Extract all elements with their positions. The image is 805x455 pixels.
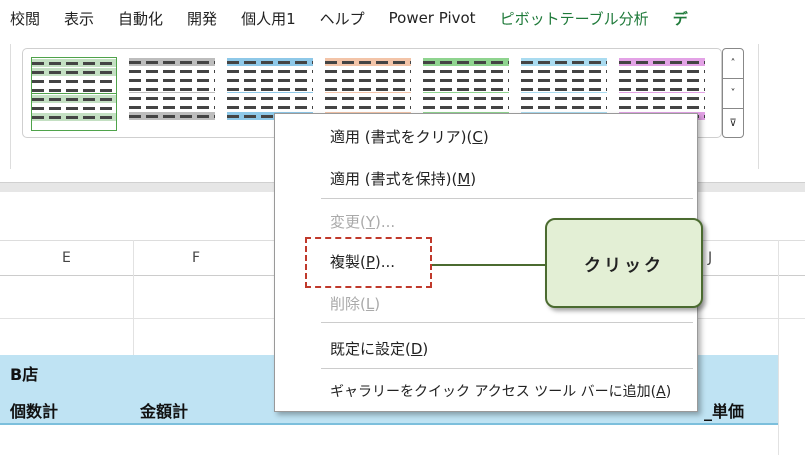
menu-separator xyxy=(321,322,693,323)
highlight-box xyxy=(305,237,432,288)
menu-separator xyxy=(321,198,693,199)
header-unit-price[interactable]: _単価 xyxy=(704,398,744,422)
tab-help[interactable]: ヘルプ xyxy=(320,8,365,29)
gallery-scroll-up-button[interactable]: ˄ xyxy=(723,49,743,79)
tab-power-pivot[interactable]: Power Pivot xyxy=(389,9,476,27)
tab-automate[interactable]: 自動化 xyxy=(118,8,163,29)
tab-pivot-analyze[interactable]: ピボットテーブル分析 xyxy=(500,8,649,29)
pivot-style-swatch[interactable] xyxy=(31,57,117,131)
header-qty-total[interactable]: 個数計 xyxy=(10,398,58,422)
tab-review[interactable]: 校閲 xyxy=(10,8,40,29)
divider xyxy=(758,44,759,169)
divider xyxy=(10,44,11,169)
menu-modify: 変更(Y)... xyxy=(330,213,396,231)
column-header-j[interactable]: J xyxy=(708,250,712,266)
menu-separator xyxy=(321,368,693,369)
grid-line xyxy=(778,240,779,455)
column-header-e[interactable]: E xyxy=(62,250,71,266)
tab-design[interactable]: デ xyxy=(673,8,688,29)
menu-apply-keep[interactable]: 適用 (書式を保持)(M) xyxy=(330,168,476,189)
menu-set-default[interactable]: 既定に設定(D) xyxy=(330,338,428,359)
menu-delete: 削除(L) xyxy=(330,295,381,313)
gallery-more-button[interactable]: ⊽ xyxy=(723,109,743,138)
tab-custom1[interactable]: 個人用1 xyxy=(241,8,296,29)
store-label[interactable]: B店 xyxy=(10,361,38,385)
gallery-scroll-down-button[interactable]: ˅ xyxy=(723,79,743,109)
gallery-scroll: ˄ ˅ ⊽ xyxy=(722,48,744,138)
ribbon-tabs: 校閲 表示 自動化 開発 個人用1 ヘルプ Power Pivot ピボットテー… xyxy=(0,0,805,36)
grid-line xyxy=(133,240,134,355)
tab-developer[interactable]: 開発 xyxy=(187,8,217,29)
pivot-style-swatch[interactable] xyxy=(129,57,215,131)
callout-connector xyxy=(432,264,546,266)
menu-apply-clear[interactable]: 適用 (書式をクリア)(C) xyxy=(330,126,489,147)
menu-add-to-qat[interactable]: ギャラリーをクイック アクセス ツール バーに追加(A) xyxy=(330,381,671,401)
callout-click: クリック xyxy=(545,218,703,308)
column-header-f[interactable]: F xyxy=(192,250,200,266)
tab-view[interactable]: 表示 xyxy=(64,8,94,29)
header-amount-total[interactable]: 金額計 xyxy=(140,398,188,422)
